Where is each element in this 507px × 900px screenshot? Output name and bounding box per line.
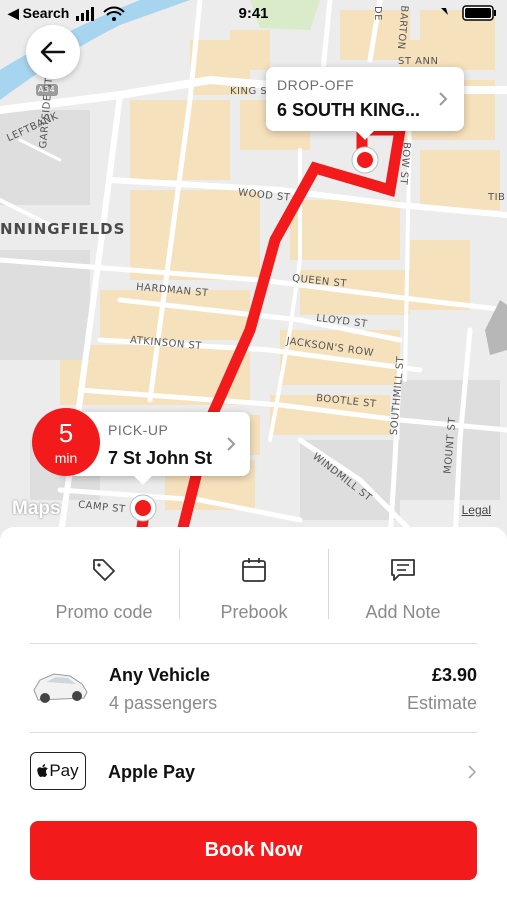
promo-code-button[interactable]: Promo code — [29, 557, 179, 637]
map-view[interactable]: NNINGFIELDS KING ST ST ANN DE BARTON GAR… — [0, 0, 507, 540]
arrow-left-icon — [40, 41, 66, 63]
payment-method: Apple Pay — [108, 762, 196, 782]
booking-sheet: Promo code Prebook Add Note Any Vehicle … — [0, 527, 507, 900]
dropoff-callout[interactable]: DROP-OFF 6 SOUTH KING... — [266, 67, 464, 140]
prebook-button[interactable]: Prebook — [179, 557, 329, 637]
apple-pay-badge: Pay — [30, 752, 86, 790]
street-label: TIB — [488, 192, 506, 203]
fare-estimate-label: Estimate — [406, 693, 477, 713]
prebook-label: Prebook — [220, 602, 288, 622]
vehicle-row[interactable]: Any Vehicle 4 passengers £3.90 Estimate — [0, 645, 507, 731]
signal-wifi-icons — [76, 6, 126, 27]
tag-icon — [93, 559, 115, 581]
apple-logo-icon — [37, 764, 49, 777]
chevron-right-icon — [468, 765, 476, 779]
vehicle-passengers: 4 passengers — [109, 693, 218, 713]
apple-pay-badge-text: Pay — [49, 761, 79, 780]
calendar-icon — [242, 558, 266, 582]
location-icon — [441, 8, 448, 15]
status-bar: ◀ Search 9:41 — [0, 0, 507, 28]
eta-badge: 5 min — [32, 408, 100, 476]
car-icon — [33, 673, 88, 703]
add-note-button[interactable]: Add Note — [328, 557, 478, 637]
note-icon — [391, 559, 415, 581]
status-icons — [437, 5, 497, 26]
add-note-label: Add Note — [365, 602, 441, 622]
divider — [30, 643, 477, 644]
pickup-address: 7 St John St — [108, 448, 213, 468]
eta-value: 5 — [58, 418, 74, 448]
eta-unit: min — [54, 450, 78, 466]
promo-code-label: Promo code — [55, 602, 153, 622]
district-label: NNINGFIELDS — [0, 220, 126, 238]
dropoff-address: 6 SOUTH KING... — [277, 100, 421, 120]
back-button[interactable] — [26, 25, 80, 79]
pickup-label: PICK-UP — [108, 422, 169, 438]
vehicle-name: Any Vehicle — [109, 665, 211, 685]
street-label: ST ANN — [398, 56, 439, 67]
chevron-right-icon — [227, 437, 236, 451]
dropoff-label: DROP-OFF — [277, 77, 355, 93]
maps-logo-text: Maps — [12, 498, 61, 519]
legal-link[interactable]: Legal — [462, 503, 491, 517]
fare-price: £3.90 — [431, 665, 477, 685]
payment-row[interactable]: Pay Apple Pay — [0, 733, 507, 811]
chevron-right-icon — [439, 92, 448, 106]
book-now-button[interactable]: Book Now — [30, 821, 477, 880]
route-shield-label: A34 — [38, 85, 56, 94]
apple-maps-logo: Maps — [12, 498, 61, 520]
